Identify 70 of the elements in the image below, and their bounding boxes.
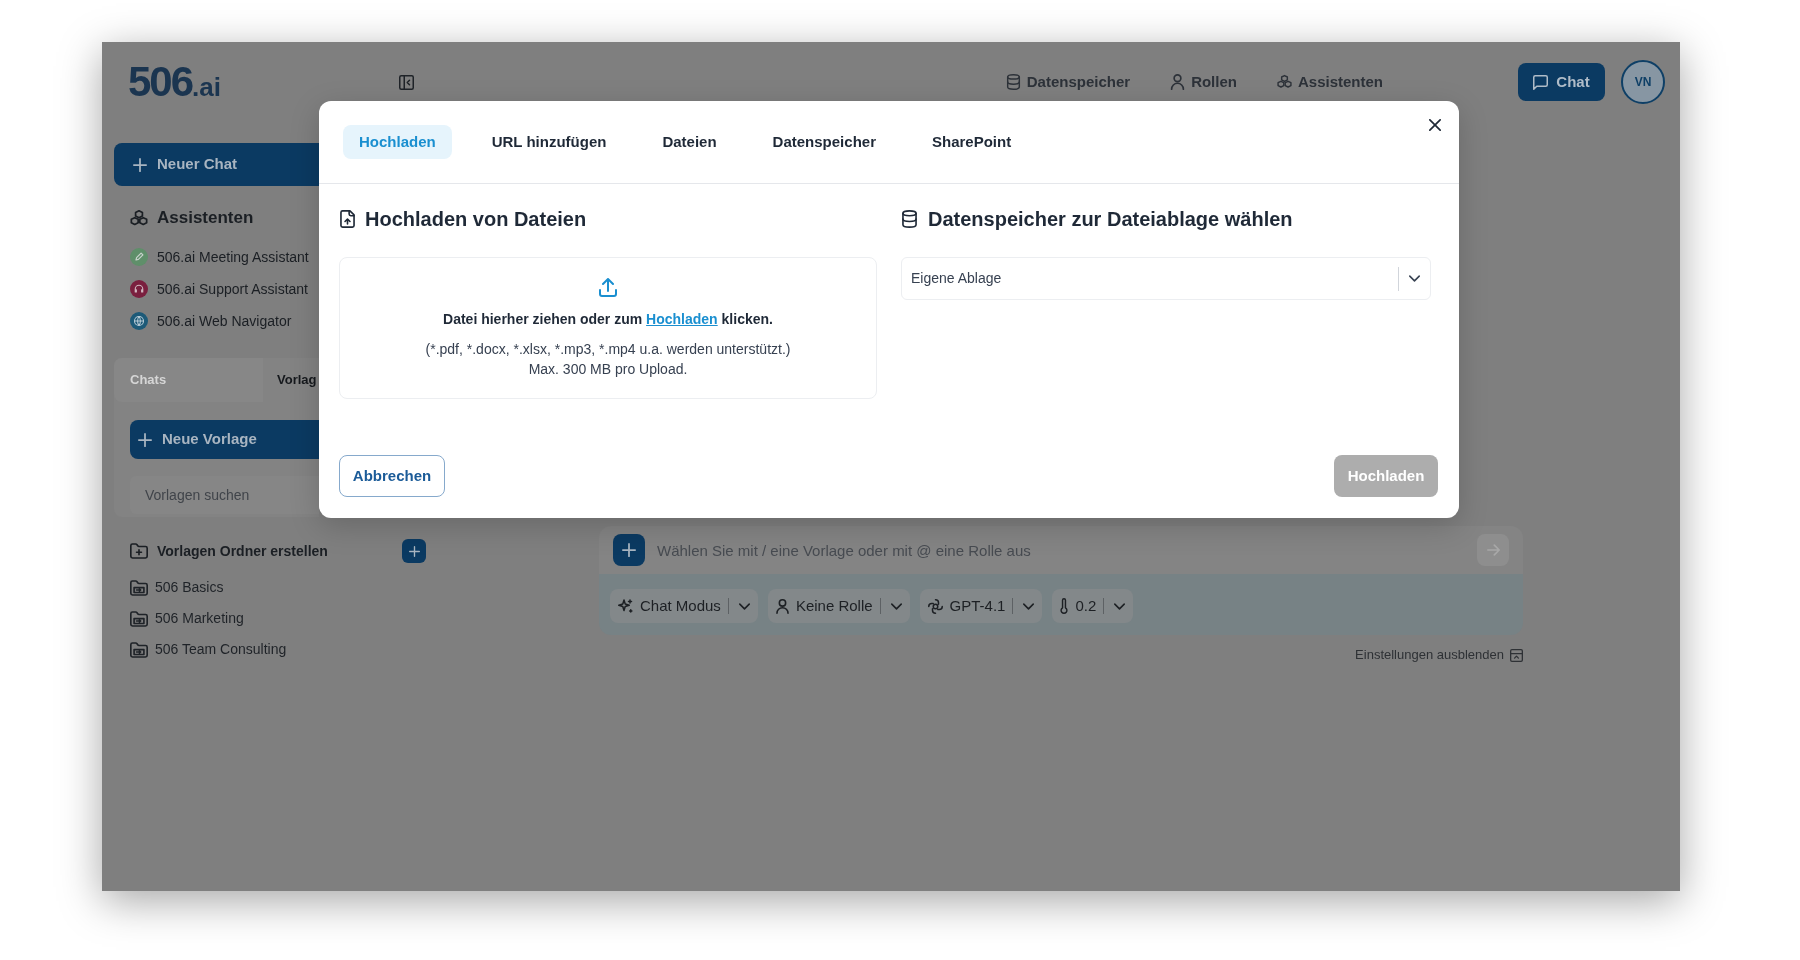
sparkles-icon bbox=[618, 599, 633, 613]
plus-icon bbox=[408, 545, 420, 557]
cubes-icon bbox=[130, 209, 148, 227]
settings-dropdown[interactable]: Chat Modus bbox=[610, 589, 758, 623]
plus-icon bbox=[133, 157, 147, 172]
upload-link[interactable]: Hochladen bbox=[646, 311, 718, 327]
add-button[interactable] bbox=[613, 534, 645, 566]
folder-item[interactable]: 506 Basics bbox=[130, 572, 224, 603]
settings-dropdown[interactable]: Keine Rolle bbox=[767, 589, 910, 623]
message-field[interactable]: Wählen Sie mit / eine Vorlage oder mit @ eine Rolle aus bbox=[599, 526, 1523, 574]
plus-icon bbox=[138, 432, 152, 447]
sidebar-tab[interactable]: Chats bbox=[114, 358, 263, 402]
section-heading: Assistenten bbox=[157, 207, 254, 230]
sidebar-toggle-icon[interactable] bbox=[399, 74, 414, 90]
user-icon bbox=[775, 598, 789, 614]
nav-link[interactable]: Assistenten bbox=[1276, 70, 1383, 94]
settings-dropdown[interactable]: GPT-4.1 bbox=[919, 589, 1043, 623]
chevron-down-icon bbox=[1114, 602, 1126, 610]
cancel-button[interactable]: Abbrechen bbox=[339, 455, 445, 497]
chevron-down-icon bbox=[738, 602, 750, 610]
dialog-tab[interactable]: Hochladen bbox=[343, 125, 452, 159]
new-chat-button[interactable]: Neuer Chat bbox=[114, 143, 319, 186]
folder-item[interactable]: 506 Team Consulting bbox=[130, 634, 287, 665]
plus-icon bbox=[622, 543, 636, 557]
upload-icon bbox=[599, 278, 617, 297]
nav-link[interactable]: Rollen bbox=[1170, 70, 1237, 94]
folder-arrow-icon bbox=[130, 579, 148, 596]
message-icon bbox=[1533, 74, 1549, 90]
hide-settings-button[interactable]: Einstellungen ausblenden bbox=[1355, 645, 1523, 665]
database-icon bbox=[1005, 74, 1021, 90]
folder-arrow-icon bbox=[130, 641, 148, 658]
arrow-right-icon bbox=[1486, 544, 1500, 556]
logo: 506.ai bbox=[128, 61, 221, 103]
panel-chevron-icon bbox=[1510, 648, 1523, 662]
section-title: Hochladen von Dateien bbox=[365, 207, 587, 232]
user-avatar[interactable]: VN bbox=[1621, 60, 1665, 104]
supported-formats: (*.pdf, *.docx, *.xlsx, *.mp3, *.mp4 u.a. werden unterstützt.) bbox=[425, 340, 791, 359]
close-icon[interactable] bbox=[1429, 119, 1441, 131]
thermometer-icon bbox=[1060, 598, 1069, 614]
assistant-item[interactable]: 506.ai Support Assistant bbox=[130, 273, 308, 305]
new-template-button[interactable]: Neue Vorlage bbox=[130, 420, 319, 459]
folder-item[interactable]: 506 Marketing bbox=[130, 603, 244, 634]
user-icon bbox=[1170, 74, 1186, 90]
assistant-item[interactable]: 506.ai Web Navigator bbox=[130, 305, 292, 337]
drop-zone[interactable]: Datei hierher ziehen oder zum Hochladen klicken. (*.pdf, *.docx, *.xlsx, *.mp3, *.mp4 u.a. werden unterstützt.) Max. 300 MB pro Upload. bbox=[339, 257, 877, 399]
cubes-icon bbox=[1276, 74, 1292, 90]
settings-dropdown[interactable]: 0.2 bbox=[1052, 589, 1134, 623]
add-folder-button[interactable] bbox=[402, 539, 426, 563]
chevron-down-icon bbox=[1023, 602, 1035, 610]
sidebar-tab[interactable]: Vorlag bbox=[263, 358, 319, 402]
storage-select[interactable]: Eigene Ablage bbox=[901, 257, 1431, 300]
chevron-down-icon bbox=[1409, 275, 1420, 282]
dialog-tab[interactable]: Dateien bbox=[646, 125, 733, 159]
folder-arrow-icon bbox=[130, 610, 148, 627]
swirl-icon bbox=[927, 598, 943, 614]
create-folder-label: Vorlagen Ordner erstellen bbox=[157, 541, 328, 561]
chevron-down-icon bbox=[890, 602, 902, 610]
message-input[interactable]: Wählen Sie mit / eine Vorlage oder mit @ eine Rolle aus bbox=[657, 535, 1465, 565]
database-icon bbox=[902, 210, 917, 228]
section-title: Datenspeicher zur Dateiablage wählen bbox=[928, 207, 1293, 232]
dialog-tab[interactable]: Datenspeicher bbox=[756, 125, 892, 159]
drop-instructions: Datei hierher ziehen oder zum Hochladen klicken. bbox=[443, 310, 773, 329]
dialog-tab[interactable]: URL hinzufügen bbox=[475, 125, 623, 159]
chat-button[interactable]: Chat bbox=[1518, 63, 1605, 101]
dialog-tab[interactable]: SharePoint bbox=[915, 125, 1028, 159]
nav-link[interactable]: Datenspeicher bbox=[1005, 70, 1131, 94]
file-upload-icon bbox=[340, 210, 355, 228]
size-limit: Max. 300 MB pro Upload. bbox=[528, 360, 688, 379]
assistant-item[interactable]: 506.ai Meeting Assistant bbox=[130, 241, 309, 273]
folder-plus-icon bbox=[130, 543, 148, 559]
